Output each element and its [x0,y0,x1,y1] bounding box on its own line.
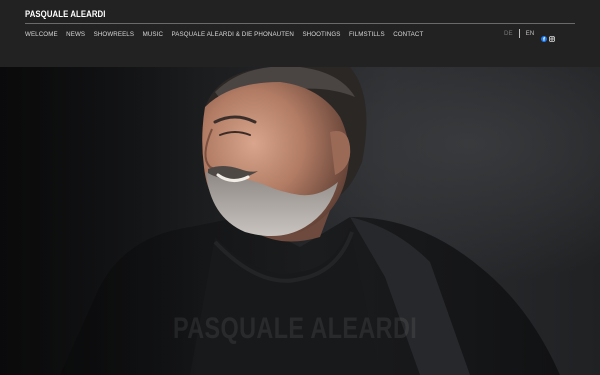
nav-item-contact[interactable]: CONTACT [393,31,423,39]
nav-item-news[interactable]: NEWS [66,31,85,39]
lang-de-link[interactable]: DE [504,30,513,37]
nav-item-showreels[interactable]: SHOWREELS [94,31,134,39]
site-header: PASQUALE ALEARDI WELCOME NEWS SHOWREELS … [0,0,600,67]
nav-item-welcome[interactable]: WELCOME [25,31,58,39]
header-divider [25,23,575,24]
main-nav: WELCOME NEWS SHOWREELS MUSIC PASQUALE AL… [25,31,432,39]
language-divider [518,29,520,38]
hero-photo: PASQUALE ALEARDI [0,67,600,375]
hero-watermark: PASQUALE ALEARDI [173,312,418,345]
nav-item-phonauten[interactable]: PASQUALE ALEARDI & DIE PHONAUTEN [172,31,294,39]
page: PASQUALE ALEARDI WELCOME NEWS SHOWREELS … [0,0,600,375]
lang-en-link[interactable]: EN [526,30,535,37]
facebook-icon[interactable] [541,29,547,47]
instagram-icon[interactable] [549,29,555,47]
nav-item-shootings[interactable]: SHOOTINGS [302,31,340,39]
nav-item-music[interactable]: MUSIC [143,31,163,39]
site-title[interactable]: PASQUALE ALEARDI [25,9,106,20]
language-switcher: DE EN [504,29,534,38]
social-links [541,29,555,47]
nav-item-filmstills[interactable]: FILMSTILLS [349,31,385,39]
